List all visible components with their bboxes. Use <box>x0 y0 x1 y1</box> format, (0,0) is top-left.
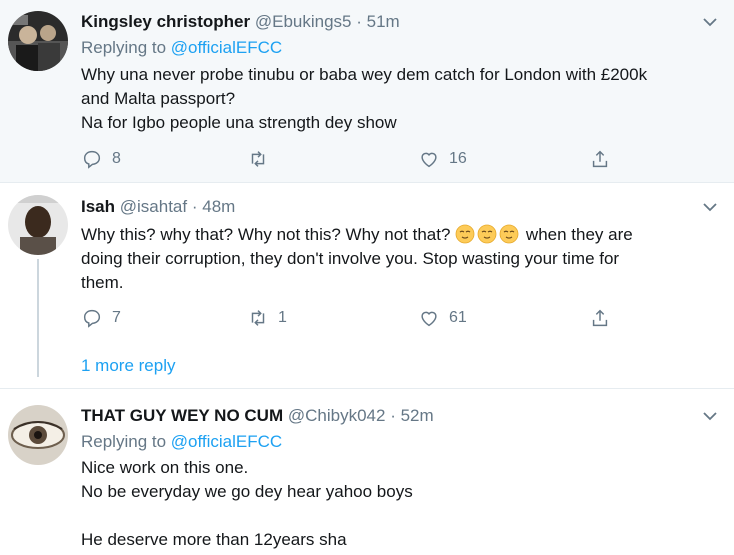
relieved-face-emoji <box>455 224 475 244</box>
retweet-icon <box>251 151 265 167</box>
avatar[interactable] <box>8 405 68 465</box>
timestamp[interactable]: 52m <box>401 406 434 425</box>
share-button[interactable] <box>589 147 611 171</box>
replying-to: Replying to @officialEFCC <box>81 38 282 58</box>
replying-to-link[interactable]: @officialEFCC <box>171 38 282 57</box>
chevron-down-icon[interactable] <box>700 12 720 32</box>
tweet-text: Why una never probe tinubu or baba wey d… <box>81 63 721 135</box>
reply-tweet[interactable]: THAT GUY WEY NO CUM @Chibyk042 · 52m Rep… <box>0 389 734 555</box>
username[interactable]: @Chibyk042 <box>288 406 386 425</box>
username[interactable]: @isahtaf <box>120 197 187 216</box>
tweet-header: Isah @isahtaf · 48m <box>81 197 235 217</box>
display-name[interactable]: Kingsley christopher <box>81 12 250 31</box>
text-line: doing their corruption, they don't invol… <box>81 249 620 268</box>
avatar[interactable] <box>8 195 68 255</box>
reply-count: 8 <box>112 150 121 167</box>
text-segment: when they are <box>525 225 633 244</box>
username[interactable]: @Ebukings5 <box>255 12 352 31</box>
like-count: 16 <box>449 150 467 167</box>
reply-tweet[interactable]: Isah @isahtaf · 48m Why this? why that? … <box>0 183 734 389</box>
replying-to: Replying to @officialEFCC <box>81 432 282 452</box>
text-line <box>81 504 721 528</box>
like-count: 61 <box>449 309 467 326</box>
retweet-button[interactable] <box>247 147 278 171</box>
separator: · <box>191 197 198 216</box>
text-line: Nice work on this one. <box>81 458 249 477</box>
tweet-actions: 8 16 <box>81 147 641 171</box>
relieved-face-emoji <box>499 224 519 244</box>
text-segment: Why this? why that? Why not this? Why no… <box>81 225 451 244</box>
text-line: Why una never probe tinubu or baba wey d… <box>81 65 648 84</box>
like-button[interactable]: 61 <box>418 306 467 330</box>
tweet-actions: 7 1 61 <box>81 306 641 330</box>
timestamp[interactable]: 51m <box>367 12 400 31</box>
tweet-text: Nice work on this one. No be everyday we… <box>81 456 721 552</box>
text-line: them. <box>81 273 124 292</box>
separator: · <box>356 12 362 31</box>
retweet-button[interactable]: 1 <box>247 306 287 330</box>
reply-icon <box>83 309 101 328</box>
like-icon <box>421 311 437 327</box>
reply-button[interactable]: 7 <box>81 306 121 330</box>
like-icon <box>421 152 437 168</box>
text-line: Na for Igbo people una strength dey show <box>81 113 397 132</box>
tweet-text: Why this? why that? Why not this? Why no… <box>81 223 721 295</box>
text-line: and Malta passport? <box>81 89 236 108</box>
show-more-replies-link[interactable]: 1 more reply <box>81 356 175 376</box>
reply-count: 7 <box>112 309 121 326</box>
share-icon <box>592 309 608 327</box>
display-name[interactable]: Isah <box>81 197 115 216</box>
text-line: Why this? why that? Why not this? Why no… <box>81 223 721 247</box>
separator: · <box>390 406 396 425</box>
share-icon <box>592 150 608 168</box>
like-button[interactable]: 16 <box>418 147 467 171</box>
tweet-header: Kingsley christopher @Ebukings5 · 51m <box>81 12 400 32</box>
replying-to-link[interactable]: @officialEFCC <box>171 432 282 451</box>
reply-icon <box>83 150 101 169</box>
thread-line <box>37 259 39 377</box>
replying-prefix: Replying to <box>81 432 171 451</box>
retweet-icon <box>251 310 265 326</box>
text-line: He deserve more than 12years sha <box>81 530 347 549</box>
retweet-count: 1 <box>278 309 287 326</box>
chevron-down-icon[interactable] <box>700 197 720 217</box>
reply-button[interactable]: 8 <box>81 147 121 171</box>
display-name[interactable]: THAT GUY WEY NO CUM <box>81 406 283 425</box>
relieved-face-emoji <box>477 224 497 244</box>
reply-tweet[interactable]: Kingsley christopher @Ebukings5 · 51m Re… <box>0 0 734 183</box>
chevron-down-icon[interactable] <box>700 406 720 426</box>
share-button[interactable] <box>589 306 611 330</box>
text-line: No be everyday we go dey hear yahoo boys <box>81 482 413 501</box>
timestamp[interactable]: 48m <box>202 197 235 216</box>
replying-prefix: Replying to <box>81 38 171 57</box>
avatar[interactable] <box>8 11 68 71</box>
tweet-header: THAT GUY WEY NO CUM @Chibyk042 · 52m <box>81 406 434 426</box>
